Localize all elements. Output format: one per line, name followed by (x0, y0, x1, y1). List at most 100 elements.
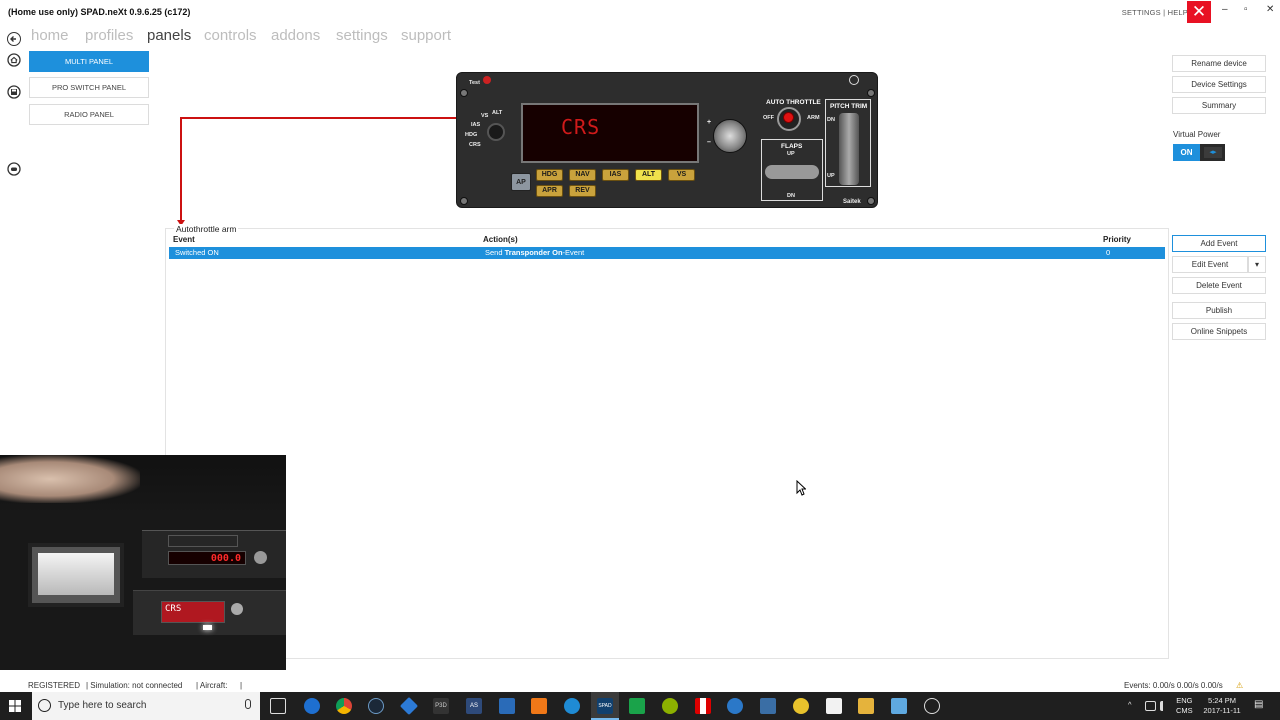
calculator-app-icon[interactable] (760, 698, 776, 714)
back-arrow-icon[interactable] (7, 32, 21, 46)
flaps-up-label: UP (787, 151, 795, 157)
language-indicator[interactable]: ENG CMS (1176, 696, 1193, 716)
app-diamond-icon[interactable] (399, 696, 419, 716)
tray-chevron-icon[interactable]: ^ (1128, 700, 1132, 710)
settings-help-links[interactable]: SETTINGS | HELP (1122, 8, 1188, 17)
flaps-lever[interactable] (765, 165, 819, 179)
nav-panels[interactable]: panels (147, 27, 191, 44)
save-icon[interactable] (7, 85, 21, 99)
chrome-icon[interactable] (336, 698, 352, 714)
task-view-icon[interactable] (270, 698, 286, 714)
flaps-label: FLAPS (781, 143, 803, 150)
publish-button[interactable]: Publish (1172, 302, 1266, 319)
device-radio-panel[interactable]: RADIO PANEL (29, 104, 149, 125)
rename-device-button[interactable]: Rename device (1172, 55, 1266, 72)
clock[interactable]: 5:24 PM 2017-11-11 (1200, 696, 1244, 716)
nav-support[interactable]: support (401, 27, 451, 44)
led-display: CRS (521, 103, 699, 163)
device-pro-switch-panel[interactable]: PRO SWITCH PANEL (29, 77, 149, 98)
white-app-icon[interactable] (826, 698, 842, 714)
column-priority[interactable]: Priority (1103, 235, 1131, 244)
radio-readout: 000.0 (210, 553, 241, 564)
chart-app-icon[interactable] (629, 698, 645, 714)
edit-event-dropdown-icon[interactable]: ▾ (1248, 256, 1266, 273)
row-action-bold: Transponder On (504, 248, 563, 257)
toggle-thumb-icon: ◂▸ (1204, 147, 1222, 158)
online-snippets-button[interactable]: Online Snippets (1172, 323, 1266, 340)
canada-flag-icon[interactable] (695, 698, 711, 714)
apr-button[interactable]: APR (536, 185, 563, 197)
xplane-icon[interactable] (499, 698, 515, 714)
minimize-button[interactable]: – (1222, 4, 1228, 15)
edge-icon[interactable] (304, 698, 320, 714)
windows-start-icon[interactable] (9, 700, 21, 712)
taskbar: Type here to search P3D AS SPAD ^ ENG CM… (0, 692, 1280, 720)
row-action-suffix: -Event (562, 248, 585, 257)
settings-gear-icon[interactable] (924, 698, 940, 714)
p3d-icon[interactable]: P3D (433, 698, 449, 714)
column-actions[interactable]: Action(s) (483, 235, 518, 244)
active-sky-icon[interactable]: AS (466, 698, 482, 714)
delete-event-button[interactable]: Delete Event (1172, 277, 1266, 294)
multi-panel-hardware: CRS (133, 590, 286, 635)
virtual-power-toggle[interactable]: ON ◂▸ (1173, 144, 1225, 161)
yellow-app-icon[interactable] (793, 698, 809, 714)
nav-settings[interactable]: settings (336, 27, 388, 44)
warning-icon[interactable]: ⚠ (1236, 681, 1243, 690)
search-placeholder: Type here to search (58, 700, 147, 711)
connector-line-vertical (180, 117, 182, 222)
clock-time: 5:24 PM (1208, 696, 1236, 705)
taskbar-search-input[interactable]: Type here to search (32, 692, 260, 720)
notifications-icon[interactable]: ▤ (1254, 700, 1263, 710)
mouse-cursor-icon (796, 480, 806, 496)
nav-home[interactable]: home (31, 27, 69, 44)
summary-button[interactable]: Summary (1172, 97, 1266, 114)
close-button[interactable]: ✕ (1187, 1, 1211, 23)
notes-app-icon[interactable] (891, 698, 907, 714)
virtual-power-label: Virtual Power (1173, 130, 1221, 139)
column-event[interactable]: Event (173, 235, 195, 244)
hotspot-marker[interactable] (783, 112, 794, 123)
alt-button[interactable]: ALT (635, 169, 662, 181)
nav-button[interactable]: NAV (569, 169, 596, 181)
hdg-button[interactable]: HDG (536, 169, 563, 181)
network-icon[interactable] (1145, 701, 1156, 711)
screw-icon (867, 197, 875, 205)
auto-throttle-off-label: OFF (763, 115, 774, 121)
event-group-title: Autothrottle arm (174, 224, 239, 234)
spad-taskbar-button[interactable]: SPAD (591, 692, 619, 720)
globe-app-icon[interactable] (564, 698, 580, 714)
microphone-icon[interactable] (245, 699, 251, 709)
vs-button[interactable]: VS (668, 169, 695, 181)
nav-profiles[interactable]: profiles (85, 27, 133, 44)
rev-button[interactable]: REV (569, 185, 596, 197)
nav-addons[interactable]: addons (271, 27, 320, 44)
event-group (165, 228, 1169, 659)
knob-plus-label: + (707, 119, 712, 126)
ias-button[interactable]: IAS (602, 169, 629, 181)
tuning-knob[interactable] (713, 119, 747, 153)
home-icon[interactable] (7, 53, 21, 67)
edit-event-button[interactable]: Edit Event (1172, 256, 1248, 273)
orange-app-icon[interactable] (531, 698, 547, 714)
plane-app-icon[interactable] (727, 698, 743, 714)
screw-icon (460, 197, 468, 205)
window-title: (Home use only) SPAD.neXt 0.9.6.25 (c172… (8, 7, 191, 17)
mode-selector-knob[interactable] (487, 123, 505, 141)
title-bar: (Home use only) SPAD.neXt 0.9.6.25 (c172… (0, 0, 1280, 24)
pitch-trim-wheel[interactable] (839, 113, 859, 185)
device-settings-button[interactable]: Device Settings (1172, 76, 1266, 93)
window-close-icon[interactable]: ✕ (1266, 4, 1274, 15)
nav-controls[interactable]: controls (204, 27, 257, 44)
gamepad-icon[interactable] (7, 162, 21, 176)
mode-ias-label: IAS (471, 122, 481, 128)
volume-icon[interactable] (1160, 701, 1171, 711)
add-event-button[interactable]: Add Event (1172, 235, 1266, 252)
file-explorer-icon[interactable] (858, 698, 874, 714)
device-multi-panel[interactable]: MULTI PANEL (29, 51, 149, 72)
table-row[interactable]: Switched ON Send Transponder On-Event 0 (169, 247, 1165, 259)
steam-icon[interactable] (368, 698, 384, 714)
green-app-icon[interactable] (662, 698, 678, 714)
ap-button[interactable]: AP (511, 173, 531, 191)
maximize-button[interactable]: ▫ (1244, 4, 1248, 15)
